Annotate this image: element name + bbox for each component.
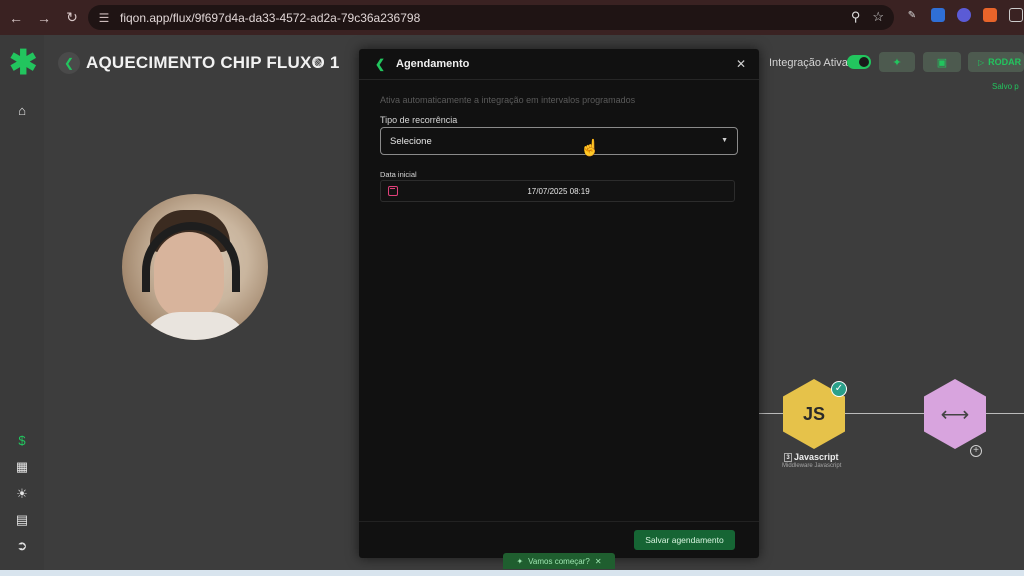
- forward-arrow-icon[interactable]: →: [32, 6, 56, 30]
- modal-back-chevron-icon[interactable]: ❮: [375, 57, 385, 71]
- recurrence-select-value: Selecione: [390, 136, 432, 147]
- extension-orange-icon[interactable]: [983, 8, 997, 22]
- play-icon: ▷: [978, 57, 985, 67]
- extension-icons: ✎: [905, 8, 1023, 22]
- zoom-icon[interactable]: ⚲: [851, 9, 861, 25]
- magic-wand-icon: ✦: [892, 56, 902, 69]
- save-disk-icon: ▣: [936, 56, 948, 69]
- pin-icon: ✦: [516, 556, 524, 566]
- logout-icon[interactable]: ➲: [13, 537, 31, 555]
- edge-router-out: [986, 413, 1024, 414]
- integration-toggle[interactable]: [847, 55, 871, 69]
- edit-pencil-icon[interactable]: ✎: [312, 55, 324, 72]
- run-button-label: RODAR: [988, 57, 1022, 67]
- start-date-value: 17/07/2025 08:19: [527, 187, 590, 196]
- edge-js-to-router: [845, 413, 925, 414]
- back-button[interactable]: ❮: [58, 52, 80, 74]
- node-number-badge: 3: [784, 453, 792, 463]
- javascript-node-sublabel: Middleware Javascript: [782, 463, 842, 469]
- mouse-pointer-icon: ☝: [580, 140, 600, 157]
- integration-status-label: Integração Ativa: [769, 57, 848, 69]
- js-node-icon: JS: [802, 403, 826, 424]
- magic-wand-button[interactable]: ✦: [879, 52, 915, 72]
- modal-title: Agendamento: [396, 58, 470, 70]
- theme-sun-icon[interactable]: ☀: [13, 485, 31, 503]
- extension-purple-icon[interactable]: [957, 8, 971, 22]
- saved-status: Salvo p: [992, 82, 1019, 91]
- save-flow-button[interactable]: ▣: [923, 52, 961, 72]
- toast-close-icon[interactable]: ✕: [595, 557, 602, 566]
- fiqon-logo-icon[interactable]: ✱: [9, 46, 38, 80]
- add-node-plus-icon[interactable]: +: [970, 445, 982, 457]
- home-icon[interactable]: ⌂: [13, 102, 31, 120]
- billing-dollar-icon[interactable]: $: [13, 432, 31, 450]
- edge-into-js: [759, 413, 783, 414]
- modal-footer-divider: [359, 521, 759, 522]
- extension-blue-icon[interactable]: [931, 8, 945, 22]
- router-split-icon: ⟷: [940, 403, 970, 426]
- reload-icon[interactable]: ↻: [60, 6, 84, 30]
- eyedropper-icon[interactable]: ✎: [905, 8, 919, 22]
- start-date-label: Data inicial: [380, 170, 417, 179]
- getting-started-toast[interactable]: ✦ Vamos começar? ✕: [503, 553, 615, 569]
- modal-description: Ativa automaticamente a integração em in…: [380, 95, 636, 105]
- javascript-node-title: 3 Javascript: [784, 452, 839, 463]
- close-icon[interactable]: ✕: [736, 57, 746, 71]
- save-schedule-button[interactable]: Salvar agendamento: [634, 530, 735, 550]
- modal-header: ❮ Agendamento ✕: [359, 49, 759, 80]
- webcam-overlay: [122, 194, 268, 340]
- recurrence-type-select[interactable]: Selecione ▼: [380, 127, 738, 155]
- map-icon[interactable]: ▦: [13, 458, 31, 476]
- webcam-body: [140, 312, 250, 340]
- flow-title: AQUECIMENTO CHIP FLUXO 1: [86, 53, 340, 72]
- taskbar-strip: [0, 570, 1024, 576]
- success-check-icon: ✓: [831, 381, 847, 397]
- chevron-down-icon: ▼: [721, 137, 728, 144]
- url-text: fiqon.app/flux/9f697d4a-da33-4572-ad2a-7…: [120, 10, 421, 25]
- start-date-field[interactable]: 17/07/2025 08:19: [380, 180, 735, 202]
- docs-icon[interactable]: ▤: [13, 511, 31, 529]
- bookmark-star-icon[interactable]: ☆: [872, 9, 884, 25]
- recurrence-type-label: Tipo de recorrência: [380, 115, 458, 125]
- address-bar[interactable]: ☰ fiqon.app/flux/9f697d4a-da33-4572-ad2a…: [88, 5, 894, 30]
- scheduling-modal: ❮ Agendamento ✕ Ativa automaticamente a …: [359, 49, 759, 558]
- javascript-node-label: Javascript: [794, 452, 839, 462]
- back-arrow-icon[interactable]: ←: [4, 6, 28, 30]
- extensions-puzzle-icon[interactable]: [1009, 8, 1023, 22]
- run-button[interactable]: ▷ RODAR: [968, 52, 1024, 72]
- site-settings-icon[interactable]: ☰: [94, 11, 114, 25]
- toast-text: Vamos começar?: [528, 556, 590, 566]
